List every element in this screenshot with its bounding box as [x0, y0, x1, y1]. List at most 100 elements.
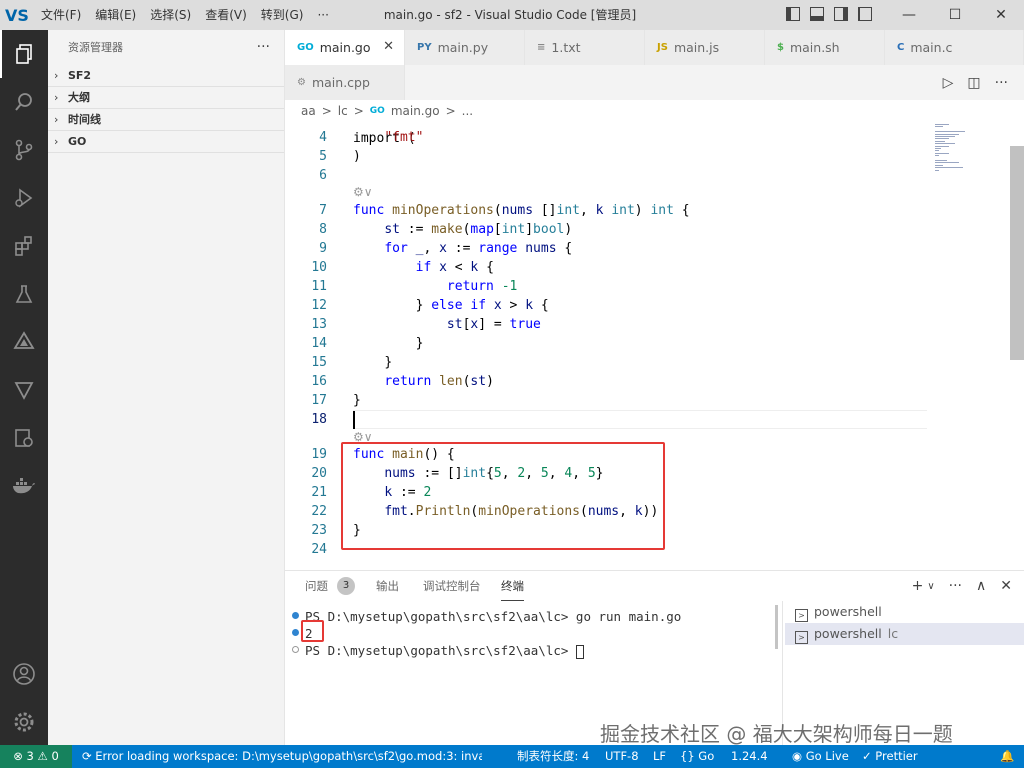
close-window-button[interactable]: ✕	[978, 0, 1024, 30]
minimap-line	[935, 136, 955, 137]
code-token: }	[415, 336, 424, 351]
breadcrumb-symbols[interactable]: ...	[462, 104, 473, 118]
code-line: 23}	[285, 521, 935, 540]
testing-icon[interactable]	[0, 270, 48, 318]
code-token: [	[493, 222, 502, 237]
panel-tab-debug-console[interactable]: 调试控制台	[423, 571, 481, 601]
code-editor[interactable]: import ( ⚙∨ ⚙∨ 4 "fmt" 5) 6 7 func minOperat…	[285, 122, 1024, 570]
shell-label: powershell	[814, 604, 882, 619]
tab-main-js[interactable]: JS main.js	[645, 30, 765, 65]
split-editor-icon[interactable]: ◫	[967, 75, 980, 91]
code-token: {	[486, 466, 494, 481]
codegeex-icon[interactable]	[0, 318, 48, 366]
section-label: 大纲	[68, 91, 90, 104]
code-token: ))	[642, 504, 659, 519]
maximize-button[interactable]: ☐	[932, 0, 978, 30]
panel-tab-output[interactable]: 输出	[376, 571, 399, 601]
terminal-scrollbar[interactable]	[775, 605, 778, 649]
code-token: else	[431, 298, 463, 313]
extensions-icon[interactable]	[0, 222, 48, 270]
source-control-icon[interactable]	[0, 126, 48, 174]
new-terminal-icon[interactable]: +	[912, 578, 924, 594]
menu-selection[interactable]: 选择(S)	[143, 0, 198, 30]
settings-gear-icon[interactable]	[0, 698, 48, 746]
vertical-scrollbar[interactable]	[1010, 146, 1024, 360]
maximize-panel-icon[interactable]: ∧	[976, 578, 986, 594]
terminal-instance-2[interactable]: > powershell lc	[785, 623, 1024, 645]
run-debug-icon[interactable]	[0, 174, 48, 222]
line-number: 17	[311, 393, 327, 408]
code-text: st[x] = true	[353, 315, 541, 334]
tab-main-cpp[interactable]: ⚙ main.cpp	[285, 65, 405, 100]
tab-label: main.py	[437, 40, 489, 55]
more-actions-icon[interactable]: ···	[995, 75, 1008, 91]
breadcrumb-aa[interactable]: aa	[301, 104, 316, 118]
tab-main-sh[interactable]: $ main.sh	[765, 30, 885, 65]
notifications-bell-icon[interactable]: 🔔	[1000, 745, 1014, 768]
minimap[interactable]	[925, 122, 1003, 182]
status-go-version[interactable]: 1.24.4	[731, 745, 768, 768]
code-token: )	[486, 374, 494, 389]
close-panel-icon[interactable]: ✕	[1000, 578, 1012, 594]
status-go-live[interactable]: ◉ Go Live	[792, 745, 849, 768]
terminal-prompt[interactable]: PS D:\mysetup\gopath\src\sf2\aa\lc>	[305, 642, 584, 659]
menu-file[interactable]: 文件(F)	[34, 0, 88, 30]
code-line: 9 for _, x := range nums {	[285, 239, 935, 258]
search-icon[interactable]	[0, 78, 48, 126]
status-prettier[interactable]: ✓ Prettier	[862, 745, 918, 768]
line-number: 5	[319, 149, 327, 164]
account-icon[interactable]	[0, 650, 48, 698]
breadcrumb-main-go[interactable]: main.go	[391, 104, 440, 118]
status-tab-size[interactable]: 制表符长度: 4	[517, 745, 589, 768]
breadcrumb-separator: >	[321, 104, 332, 118]
more-icon[interactable]: ···	[949, 578, 962, 594]
minimize-button[interactable]: —	[886, 0, 932, 30]
toggle-panel-icon[interactable]	[810, 7, 824, 21]
section-go[interactable]: › GO	[48, 131, 284, 153]
status-encoding[interactable]: UTF-8	[605, 745, 639, 768]
tab-main-c[interactable]: C main.c	[885, 30, 1024, 65]
panel-tab-problems[interactable]: 问题	[305, 571, 328, 601]
close-tab-icon[interactable]: ✕	[383, 39, 394, 54]
tab-1-txt[interactable]: ≡ 1.txt	[525, 30, 645, 65]
run-code-icon[interactable]: ▷	[943, 75, 954, 91]
tab-main-go[interactable]: GO main.go ✕	[285, 30, 405, 65]
menu-view[interactable]: 查看(V)	[198, 0, 254, 30]
go-file-icon: GO	[297, 42, 314, 53]
code-line: 14 }	[285, 334, 935, 353]
explorer-icon[interactable]	[0, 30, 48, 78]
status-problems[interactable]: ⊗ 3 ⚠ 0	[0, 745, 72, 768]
menu-edit[interactable]: 编辑(E)	[88, 0, 143, 30]
terminal-instance-1[interactable]: > powershell	[785, 601, 1024, 623]
minimap-line	[935, 155, 939, 157]
status-workspace-error[interactable]: ⟳ Error loading workspace: D:\mysetup\go…	[82, 745, 482, 768]
sidebar-more-icon[interactable]: ···	[257, 30, 270, 65]
menu-goto[interactable]: 转到(G)	[254, 0, 311, 30]
toggle-sidebar-icon[interactable]	[786, 7, 800, 21]
status-eol[interactable]: LF	[653, 745, 666, 768]
section-sf2[interactable]: › SF2	[48, 65, 284, 87]
customize-layout-icon[interactable]	[858, 7, 872, 21]
window-title: main.go - sf2 - Visual Studio Code [管理员]	[383, 8, 637, 22]
docker-icon[interactable]	[0, 462, 48, 510]
remote-explorer-icon[interactable]	[0, 414, 48, 462]
chevron-down-icon[interactable]: ∨	[927, 581, 934, 592]
section-outline[interactable]: › 大纲	[48, 87, 284, 109]
database-icon[interactable]	[0, 366, 48, 414]
section-timeline[interactable]: › 时间线	[48, 109, 284, 131]
codelens-icon[interactable]: ⚙∨	[353, 184, 373, 200]
tab-main-py[interactable]: PY main.py	[405, 30, 525, 65]
terminal-idle-dot-icon	[292, 646, 299, 653]
code-token: fmt	[384, 504, 408, 519]
toggle-secondary-sidebar-icon[interactable]	[834, 7, 848, 21]
code-token: ,	[423, 241, 440, 256]
panel-tab-terminal[interactable]: 终端	[501, 571, 524, 601]
breadcrumb-lc[interactable]: lc	[338, 104, 348, 118]
status-language[interactable]: {} Go	[680, 745, 714, 768]
annotation-box-output	[301, 620, 324, 642]
